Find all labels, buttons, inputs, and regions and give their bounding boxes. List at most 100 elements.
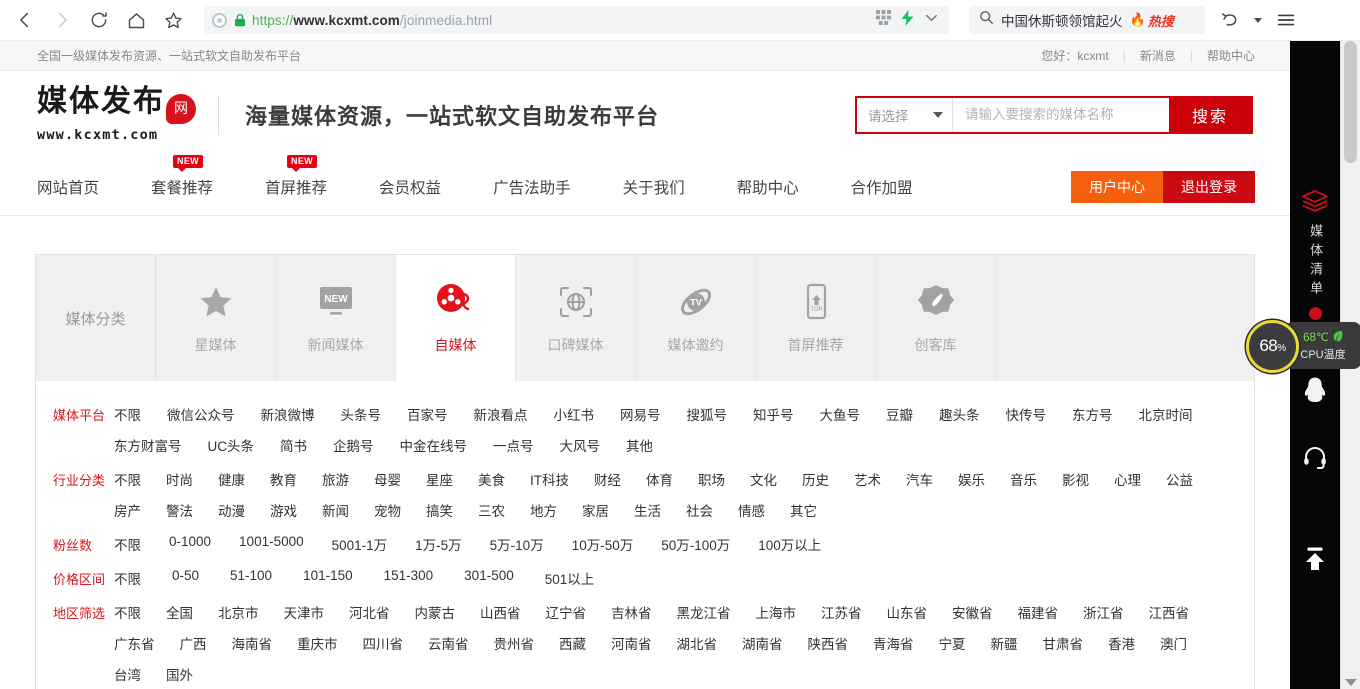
forward-button[interactable]: [45, 3, 79, 37]
scrollbar-thumb[interactable]: [1344, 41, 1357, 163]
filter-option[interactable]: 黑龙江省: [677, 600, 731, 624]
filter-option[interactable]: 娱乐: [958, 467, 985, 491]
category-tab-3[interactable]: 自媒体: [396, 255, 516, 381]
filter-option[interactable]: 西藏: [559, 631, 586, 655]
filter-option[interactable]: 三农: [478, 498, 505, 522]
user-center-button[interactable]: 用户中心: [1071, 170, 1163, 203]
filter-option[interactable]: 浙江省: [1083, 600, 1124, 624]
filter-option[interactable]: 知乎号: [753, 402, 794, 426]
chevron-down-icon[interactable]: [924, 10, 939, 30]
filter-option[interactable]: 时尚: [166, 467, 193, 491]
filter-option[interactable]: 小红书: [554, 402, 595, 426]
filter-option[interactable]: 地方: [530, 498, 557, 522]
browser-search-box[interactable]: 中国休斯顿领馆起火 🔥 热搜: [969, 6, 1205, 34]
category-tab-1[interactable]: 星媒体: [156, 255, 276, 381]
site-logo[interactable]: 媒体发布网 www.kcxmt.com: [35, 86, 196, 143]
filter-option[interactable]: 不限: [114, 467, 141, 491]
filter-option[interactable]: 新疆: [991, 631, 1018, 655]
nav-item-5[interactable]: 广告法助手: [493, 176, 571, 198]
nav-item-6[interactable]: 关于我们: [623, 176, 685, 198]
filter-option[interactable]: 湖南省: [742, 631, 783, 655]
filter-option[interactable]: 社会: [686, 498, 713, 522]
filter-option[interactable]: 江苏省: [821, 600, 862, 624]
filter-option[interactable]: 不限: [114, 566, 141, 590]
filter-option[interactable]: 星座: [426, 467, 453, 491]
filter-option[interactable]: 澳门: [1160, 631, 1187, 655]
filter-option[interactable]: 新浪微博: [261, 402, 315, 426]
filter-option[interactable]: 微信公众号: [167, 402, 235, 426]
filter-option[interactable]: 山西省: [480, 600, 521, 624]
filter-option[interactable]: 不限: [114, 532, 141, 556]
scrollbar-down-arrow-icon[interactable]: [1345, 679, 1357, 686]
filter-option[interactable]: IT科技: [530, 467, 569, 491]
filter-option[interactable]: 汽车: [906, 467, 933, 491]
filter-option[interactable]: 头条号: [341, 402, 382, 426]
filter-option[interactable]: 宠物: [374, 498, 401, 522]
filter-option[interactable]: 趣头条: [939, 402, 980, 426]
filter-option[interactable]: 0-50: [172, 566, 199, 590]
filter-option[interactable]: 新浪看点: [474, 402, 528, 426]
filter-option[interactable]: 山东省: [887, 600, 928, 624]
filter-option[interactable]: 财经: [594, 467, 621, 491]
filter-option[interactable]: 广东省: [114, 631, 155, 655]
filter-option[interactable]: 影视: [1062, 467, 1089, 491]
undo-button[interactable]: [1213, 3, 1247, 37]
filter-option[interactable]: 吉林省: [611, 600, 652, 624]
filter-option[interactable]: UC头条: [208, 433, 255, 457]
media-list-button[interactable]: 媒体清单: [1301, 189, 1329, 320]
filter-option[interactable]: 体育: [646, 467, 673, 491]
filter-option[interactable]: 不限: [114, 600, 141, 624]
scroll-to-top-button[interactable]: [1301, 546, 1329, 577]
filter-option[interactable]: 陕西省: [808, 631, 849, 655]
filter-option[interactable]: 51-100: [230, 566, 272, 590]
filter-option[interactable]: 天津市: [284, 600, 325, 624]
filter-option[interactable]: 历史: [802, 467, 829, 491]
filter-option[interactable]: 豆瓣: [886, 402, 913, 426]
filter-option[interactable]: 房产: [114, 498, 141, 522]
filter-option[interactable]: 安徽省: [952, 600, 993, 624]
filter-option[interactable]: 简书: [280, 433, 307, 457]
nav-item-3[interactable]: NEW 首屏推荐: [265, 154, 327, 198]
filter-option[interactable]: 辽宁省: [546, 600, 587, 624]
filter-option[interactable]: 青海省: [873, 631, 914, 655]
filter-option[interactable]: 文化: [750, 467, 777, 491]
filter-option[interactable]: 新闻: [322, 498, 349, 522]
filter-option[interactable]: 河南省: [611, 631, 652, 655]
filter-option[interactable]: 国外: [166, 662, 193, 686]
browser-menu-button[interactable]: [1269, 3, 1303, 37]
undo-dropdown-button[interactable]: [1251, 3, 1265, 37]
filter-option[interactable]: 福建省: [1018, 600, 1059, 624]
filter-option[interactable]: 云南省: [428, 631, 469, 655]
category-tab-4[interactable]: 口碑媒体: [516, 255, 636, 381]
qq-chat-button[interactable]: [1302, 376, 1328, 409]
help-center-link[interactable]: 帮助中心: [1207, 47, 1255, 64]
filter-option[interactable]: 企鹅号: [333, 433, 374, 457]
filter-option[interactable]: 教育: [270, 467, 297, 491]
filter-option[interactable]: 艺术: [854, 467, 881, 491]
filter-option[interactable]: 江西省: [1149, 600, 1190, 624]
filter-option[interactable]: 北京时间: [1139, 402, 1193, 426]
nav-item-1[interactable]: 网站首页: [37, 176, 99, 198]
filter-option[interactable]: 东方号: [1072, 402, 1113, 426]
filter-option[interactable]: 生活: [634, 498, 661, 522]
filter-option[interactable]: 一点号: [493, 433, 534, 457]
filter-option[interactable]: 0-1000: [169, 532, 211, 556]
back-button[interactable]: [8, 3, 42, 37]
filter-option[interactable]: 10万-50万: [572, 532, 634, 556]
filter-option[interactable]: 50万-100万: [661, 532, 730, 556]
filter-option[interactable]: 大鱼号: [820, 402, 861, 426]
cpu-monitor-widget[interactable]: 68℃ CPU温度 68%: [1246, 319, 1360, 373]
filter-option[interactable]: 宁夏: [939, 631, 966, 655]
filter-option[interactable]: 重庆市: [297, 631, 338, 655]
filter-option[interactable]: 东方财富号: [114, 433, 182, 457]
nav-item-4[interactable]: 会员权益: [379, 176, 441, 198]
nav-item-2[interactable]: NEW 套餐推荐: [151, 154, 213, 198]
filter-option[interactable]: 海南省: [232, 631, 273, 655]
filter-option[interactable]: 母婴: [374, 467, 401, 491]
filter-option[interactable]: 搜狐号: [687, 402, 728, 426]
category-tab-2[interactable]: NEW 新闻媒体: [276, 255, 396, 381]
filter-option[interactable]: 香港: [1108, 631, 1135, 655]
filter-option[interactable]: 全国: [166, 600, 193, 624]
filter-option[interactable]: 大风号: [560, 433, 601, 457]
filter-option[interactable]: 101-150: [303, 566, 353, 590]
